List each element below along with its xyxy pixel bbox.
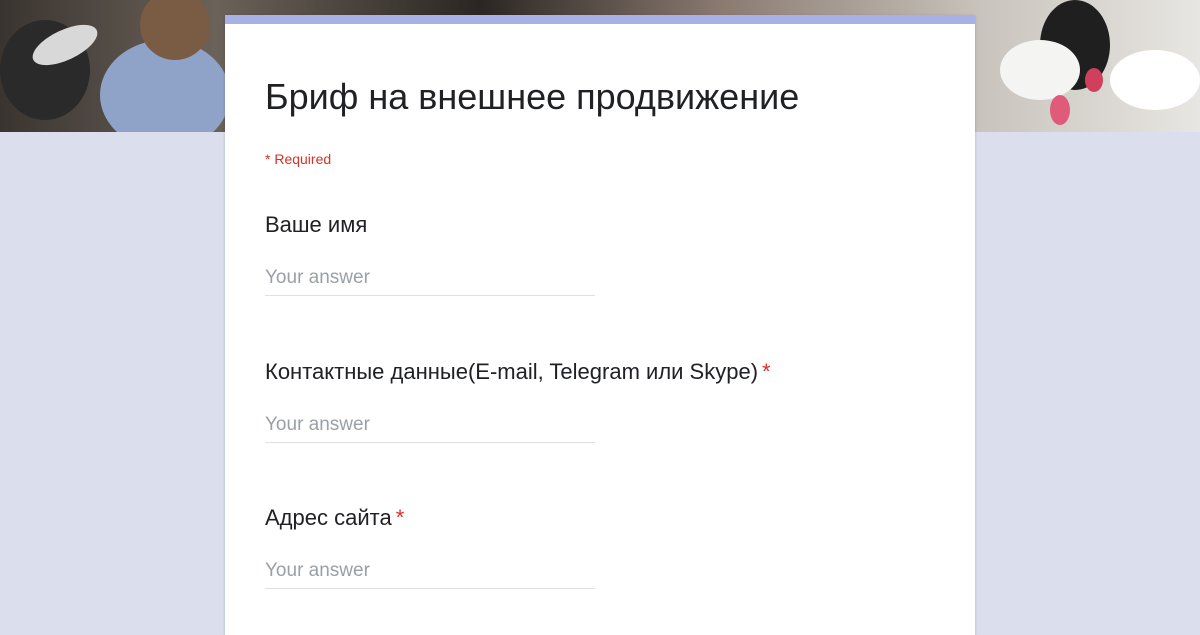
contacts-answer-input[interactable]: Your answer [265, 413, 595, 443]
site-answer-input[interactable]: Your answer [265, 559, 595, 589]
required-star: * [395, 505, 405, 530]
question-contacts: Контактные данные(E-mail, Telegram или S… [265, 359, 925, 443]
name-answer-input[interactable]: Your answer [265, 266, 595, 296]
required-note: * Required [265, 151, 332, 167]
banner-shape [1000, 40, 1080, 100]
question-label: Адрес сайта * [265, 505, 925, 531]
question-site: Адрес сайта * Your answer [265, 505, 925, 589]
banner-shape [1110, 50, 1200, 110]
required-star: * [762, 359, 771, 384]
form-card: Бриф на внешнее продвижение * Required В… [225, 15, 975, 635]
form-title: Бриф на внешнее продвижение [265, 76, 800, 117]
question-name: Ваше имя Your answer [265, 212, 925, 296]
question-label: Контактные данные(E-mail, Telegram или S… [265, 359, 925, 385]
question-label-text: Ваше имя [265, 212, 368, 237]
question-label-text: Контактные данные(E-mail, Telegram или S… [265, 359, 759, 384]
banner-shape [1050, 95, 1070, 125]
banner-shape [1085, 68, 1103, 92]
question-label-text: Адрес сайта [265, 505, 392, 530]
question-label: Ваше имя [265, 212, 925, 238]
